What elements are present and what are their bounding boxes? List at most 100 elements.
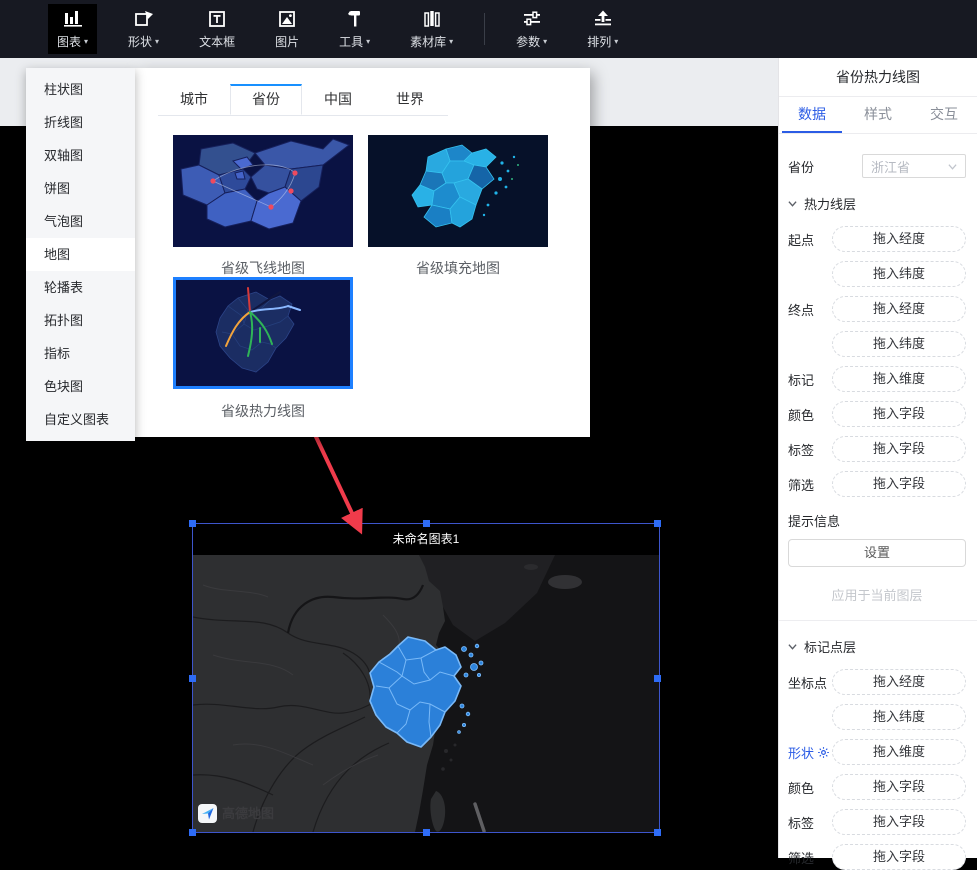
menu-item-map[interactable]: 地图 xyxy=(26,238,135,271)
resize-handle-nw[interactable] xyxy=(189,520,196,527)
menu-item-carousel-table[interactable]: 轮播表 xyxy=(26,271,135,304)
tab-province[interactable]: 省份 xyxy=(230,84,302,115)
toolbar-item-charts[interactable]: 图表▾ xyxy=(48,4,97,54)
inspector-panel: 省份热力线图 数据 样式 交互 省份 浙江省 热力线层 起点 拖入经度 拖入纬度… xyxy=(778,58,977,858)
province-value: 浙江省 xyxy=(871,157,910,176)
thumbnail-province-heatline-map[interactable] xyxy=(173,277,353,389)
field-label: 标签 xyxy=(788,440,832,459)
section-marker-layer[interactable]: 标记点层 xyxy=(788,637,966,656)
field-row-start-lat: 拖入纬度 xyxy=(788,261,966,287)
drop-zone-pill[interactable]: 拖入字段 xyxy=(832,436,966,462)
toolbar-item-arrange[interactable]: 排列▾ xyxy=(578,4,627,54)
chart-title: 未命名图表1 xyxy=(193,524,659,555)
toolbar-item-textbox[interactable]: 文本框 xyxy=(190,4,244,54)
drop-zone-pill[interactable]: 拖入字段 xyxy=(832,471,966,497)
menu-item-bubble-chart[interactable]: 气泡图 xyxy=(26,205,135,238)
caret-down-icon: ▾ xyxy=(543,37,547,46)
caret-down-icon: ▾ xyxy=(449,37,453,46)
toolbar-item-params[interactable]: 参数▾ xyxy=(507,4,556,54)
toolbar-label: 形状 xyxy=(128,33,152,50)
toolbar-item-image[interactable]: 图片 xyxy=(266,4,308,54)
section-title: 标记点层 xyxy=(804,637,856,656)
thumbnail-caption: 省级飞线地图 xyxy=(173,258,353,278)
menu-item-topology[interactable]: 拓扑图 xyxy=(26,304,135,337)
drop-zone-pill[interactable]: 拖入纬度 xyxy=(832,704,966,730)
tooltip-settings-button[interactable]: 设置 xyxy=(788,539,966,567)
thumbnail-province-flyline-map[interactable] xyxy=(173,135,353,247)
resize-handle-w[interactable] xyxy=(189,675,196,682)
tab-data[interactable]: 数据 xyxy=(779,97,845,133)
gear-icon[interactable] xyxy=(817,746,830,759)
field-row-start-lng: 起点 拖入经度 xyxy=(788,226,966,252)
menu-item-indicator[interactable]: 指标 xyxy=(26,337,135,370)
apply-to-layer-button[interactable]: 应用于当前图层 xyxy=(788,585,966,604)
tab-world[interactable]: 世界 xyxy=(374,84,446,115)
menu-item-line-chart[interactable]: 折线图 xyxy=(26,106,135,139)
resize-handle-se[interactable] xyxy=(654,829,661,836)
field-label: 标记 xyxy=(788,370,832,389)
arrange-icon xyxy=(592,9,614,29)
drop-zone-pill[interactable]: 拖入字段 xyxy=(832,844,966,870)
drop-zone-pill[interactable]: 拖入维度 xyxy=(832,739,966,765)
toolbar-label: 参数 xyxy=(516,33,540,50)
field-row-filter: 筛选 拖入字段 xyxy=(788,471,966,497)
resize-handle-s[interactable] xyxy=(423,829,430,836)
field-label: 筛选 xyxy=(788,475,832,494)
province-select[interactable]: 浙江省 xyxy=(862,154,966,178)
section-heatline-layer[interactable]: 热力线层 xyxy=(788,194,966,213)
field-row-filter2: 筛选 拖入字段 xyxy=(788,844,966,870)
drop-zone-pill[interactable]: 拖入纬度 xyxy=(832,261,966,287)
tab-city[interactable]: 城市 xyxy=(158,84,230,115)
toolbar-label: 图片 xyxy=(275,33,299,50)
field-label: 颜色 xyxy=(788,778,832,797)
inspector-title: 省份热力线图 xyxy=(779,58,977,97)
tab-style[interactable]: 样式 xyxy=(845,97,911,133)
caret-down-icon: ▾ xyxy=(366,37,370,46)
drop-zone-pill[interactable]: 拖入字段 xyxy=(832,809,966,835)
field-row-color2: 颜色 拖入字段 xyxy=(788,774,966,800)
chevron-down-icon xyxy=(788,642,797,651)
menu-item-custom-chart[interactable]: 自定义图表 xyxy=(26,403,135,436)
resize-handle-ne[interactable] xyxy=(654,520,661,527)
menu-item-color-block[interactable]: 色块图 xyxy=(26,370,135,403)
drop-zone-pill[interactable]: 拖入字段 xyxy=(832,401,966,427)
chart-type-menu: 柱状图 折线图 双轴图 饼图 气泡图 地图 轮播表 拓扑图 指标 色块图 自定义… xyxy=(26,68,135,441)
field-label: 终点 xyxy=(788,300,832,319)
section-divider xyxy=(779,620,977,621)
toolbar-label: 素材库 xyxy=(410,33,446,50)
drop-zone-pill[interactable]: 拖入维度 xyxy=(832,366,966,392)
caret-down-icon: ▾ xyxy=(84,37,88,46)
tab-interaction[interactable]: 交互 xyxy=(911,97,977,133)
tab-china[interactable]: 中国 xyxy=(302,84,374,115)
toolbar-item-tools[interactable]: 工具▾ xyxy=(330,4,379,54)
field-label: 起点 xyxy=(788,230,832,249)
toolbar-label: 工具 xyxy=(339,33,363,50)
drop-zone-pill[interactable]: 拖入经度 xyxy=(832,226,966,252)
amap-logo xyxy=(198,804,217,823)
field-row-shape: 形状 拖入维度 xyxy=(788,739,966,765)
drop-zone-pill[interactable]: 拖入纬度 xyxy=(832,331,966,357)
resize-handle-sw[interactable] xyxy=(189,829,196,836)
field-row-coord-lat: 拖入纬度 xyxy=(788,704,966,730)
resize-handle-n[interactable] xyxy=(423,520,430,527)
drop-zone-pill[interactable]: 拖入经度 xyxy=(832,669,966,695)
thumbnail-province-filled-map[interactable] xyxy=(368,135,548,247)
menu-item-bar-chart[interactable]: 柱状图 xyxy=(26,73,135,106)
chevron-down-icon xyxy=(788,199,797,208)
map-chart-widget[interactable]: 未命名图表1 xyxy=(192,523,660,833)
menu-item-pie-chart[interactable]: 饼图 xyxy=(26,172,135,205)
toolbar-item-library[interactable]: 素材库▾ xyxy=(401,4,462,54)
toolbar-item-shapes[interactable]: 形状▾ xyxy=(119,4,168,54)
menu-item-dual-axis[interactable]: 双轴图 xyxy=(26,139,135,172)
gallery-tabs: 城市 省份 中国 世界 xyxy=(158,84,448,116)
resize-handle-e[interactable] xyxy=(654,675,661,682)
tooltip-info-label: 提示信息 xyxy=(788,511,966,530)
field-label-shape: 形状 xyxy=(788,743,832,762)
drop-zone-pill[interactable]: 拖入经度 xyxy=(832,296,966,322)
heatline-map-preview xyxy=(176,280,350,386)
field-row-tag2: 标签 拖入字段 xyxy=(788,809,966,835)
field-label: 颜色 xyxy=(788,405,832,424)
thumbnail-caption: 省级填充地图 xyxy=(368,258,548,278)
drop-zone-pill[interactable]: 拖入字段 xyxy=(832,774,966,800)
field-label: 筛选 xyxy=(788,848,832,867)
